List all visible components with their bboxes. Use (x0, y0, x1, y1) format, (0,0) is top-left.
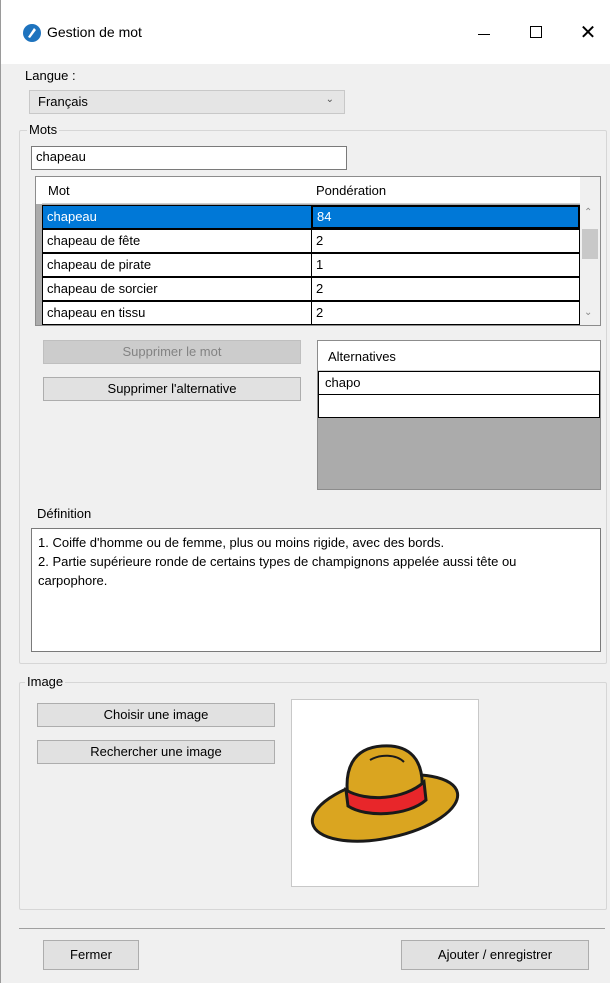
words-grid[interactable]: Mot Pondération chapeau 84 chapeau de fê… (35, 176, 601, 326)
close-window-button[interactable]: ✕ (565, 14, 610, 50)
delete-alternative-button[interactable]: Supprimer l'alternative (43, 377, 301, 401)
cell-mot[interactable]: chapeau de fête (42, 229, 312, 253)
maximize-button[interactable] (513, 14, 559, 50)
close-button[interactable]: Fermer (43, 940, 139, 970)
close-icon: ✕ (579, 21, 597, 44)
cell-ponderation[interactable]: 2 (311, 277, 580, 301)
scroll-thumb[interactable] (582, 229, 598, 259)
language-label: Langue : (25, 68, 76, 83)
cell-mot[interactable]: chapeau de sorcier (42, 277, 312, 301)
cell-ponderation[interactable]: 2 (311, 301, 580, 325)
language-selected-value: Français (38, 94, 88, 109)
window: Gestion de mot ✕ Langue : Français ⌄ Mot… (0, 0, 610, 983)
word-search-value: chapeau (36, 149, 86, 164)
alternatives-header-label: Alternatives (328, 349, 396, 364)
language-select[interactable]: Français ⌄ (29, 90, 345, 114)
cell-ponderation[interactable]: 2 (311, 229, 580, 253)
definition-line: 2. Partie supérieure ronde de certains t… (38, 554, 517, 569)
table-row[interactable]: chapeau de pirate 1 (42, 253, 580, 277)
minimize-icon (478, 33, 490, 35)
delete-word-button[interactable]: Supprimer le mot (43, 340, 301, 364)
cell-mot[interactable]: chapeau de pirate (42, 253, 312, 277)
word-search-input[interactable]: chapeau (31, 146, 347, 170)
grid-corner (36, 177, 42, 204)
scroll-up-icon[interactable]: ⌃ (584, 207, 592, 218)
word-image-preview (291, 699, 479, 887)
words-group-title: Mots (27, 122, 60, 137)
save-button[interactable]: Ajouter / enregistrer (401, 940, 589, 970)
scroll-down-icon[interactable]: ⌄ (584, 307, 592, 318)
footer-separator (19, 928, 605, 929)
search-image-button[interactable]: Rechercher une image (37, 740, 275, 764)
cell-ponderation[interactable]: 84 (311, 205, 580, 229)
table-row[interactable]: chapeau de fête 2 (42, 229, 580, 253)
image-group-title: Image (25, 674, 66, 689)
cell-ponderation[interactable]: 1 (311, 253, 580, 277)
cell-mot[interactable]: chapeau en tissu (42, 301, 312, 325)
alternatives-grid[interactable]: Alternatives chapo (317, 340, 601, 490)
choose-image-button[interactable]: Choisir une image (37, 703, 275, 727)
app-icon (23, 24, 41, 42)
table-row[interactable]: chapeau 84 (42, 205, 580, 229)
chevron-down-icon: ⌄ (325, 94, 334, 105)
alternatives-header: Alternatives (318, 341, 600, 371)
definition-textarea[interactable]: 1. Coiffe d'homme ou de femme, plus ou m… (31, 528, 601, 652)
hat-image (310, 744, 460, 843)
column-header-mot[interactable]: Mot (48, 183, 70, 198)
words-grid-header: Mot Pondération (36, 177, 580, 204)
maximize-icon (530, 26, 542, 38)
minimize-button[interactable] (461, 14, 507, 50)
words-grid-scrollbar[interactable]: ⌃ ⌄ (580, 177, 600, 325)
column-header-ponderation[interactable]: Pondération (316, 183, 386, 198)
definition-line: carpophore. (38, 573, 108, 588)
window-title: Gestion de mot (47, 24, 142, 40)
cell-mot[interactable]: chapeau (42, 205, 312, 229)
table-row[interactable]: chapeau de sorcier 2 (42, 277, 580, 301)
title-bar: Gestion de mot ✕ (1, 0, 610, 64)
alternative-cell[interactable]: chapo (318, 371, 600, 395)
alternative-cell-new[interactable] (318, 394, 600, 418)
definition-line: 1. Coiffe d'homme ou de femme, plus ou m… (38, 535, 445, 550)
definition-label: Définition (37, 506, 92, 521)
table-row[interactable]: chapeau en tissu 2 (42, 301, 580, 325)
